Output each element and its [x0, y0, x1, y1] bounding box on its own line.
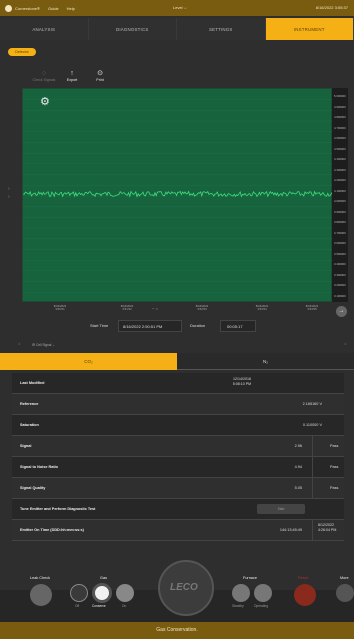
tab-n2[interactable]: N₂ [177, 353, 354, 370]
x-tick-label: 8/16/2022 3:50:51 [53, 304, 67, 312]
table-row: Signal 2.96 Pass [12, 436, 344, 457]
gas-subtabs: CO₂ N₂ [0, 353, 354, 370]
main-tabs: ANALYSIS DIAGNOSTICS SETTINGS INSTRUMENT [0, 18, 354, 40]
x-zoom-controls[interactable]: − ○ [152, 306, 158, 311]
status-badge: Pass [330, 444, 339, 448]
toolbar: ○ Check Signals ↑ Export ⊙ Print [30, 70, 114, 82]
y-tick-label: 4.900000 [334, 104, 346, 109]
export-arrow-icon: ↑ [70, 70, 74, 77]
bottom-control-bar: Leak Check Gas Off Conserve On LECO Furn… [0, 560, 354, 622]
table-row: Last Modified 12/14/2016 5:08:10 PM [12, 373, 344, 394]
tab-co2[interactable]: CO₂ [0, 353, 177, 370]
tab-instrument[interactable]: INSTRUMENT [265, 18, 354, 40]
gas-on-button[interactable] [116, 584, 134, 602]
duration-label: Duration [190, 323, 206, 328]
table-row: Signal Quality 5.05 Pass [12, 478, 344, 499]
leak-check-label: Leak Check [30, 576, 51, 580]
y-tick-label: 4.700000 [334, 125, 346, 130]
table-row: Emitter On Time (DDD:hh:mm:ss:s) 144:13:… [12, 520, 344, 541]
leco-logo-text: LECO [170, 582, 198, 593]
y-axis: 5.000000 4.900000 4.800000 4.700000 4.600000… [332, 88, 348, 302]
gas-conserve-button[interactable] [92, 583, 112, 603]
reset-button[interactable] [294, 584, 316, 606]
table-row: Tune Emitter and Perform Diagnostic Test… [12, 499, 344, 520]
signal-dropdown[interactable]: IR Cell Signal ⌄ [32, 343, 55, 347]
table-row: Signal to Noise Ratio 4.94 Pass [12, 457, 344, 478]
status-badge: Pass [330, 465, 339, 469]
expand-right-icon[interactable]: ⇕ [344, 342, 347, 346]
y-tick-label: 3.800000 [334, 220, 346, 224]
x-axis: 8/16/2022 3:50:51 8/16/2022 3:51:52 8/16/202… [22, 303, 332, 317]
export-button[interactable]: ↑ Export [58, 70, 86, 82]
detector-pill[interactable]: Detector [8, 48, 36, 56]
status-badge: Pass [330, 486, 339, 490]
y-tick-label: 4.000000 [334, 199, 346, 203]
check-signals-button[interactable]: ○ Check Signals [30, 70, 58, 82]
y-tick-label: 4.800000 [334, 115, 346, 119]
y-tick-label: 3.900000 [334, 209, 346, 214]
signal-select-row: ⇕ IR Cell Signal ⌄ ⇕ [0, 338, 354, 352]
menu-guide[interactable]: Guide [48, 6, 59, 11]
gas-label: Gas [100, 576, 107, 580]
table-row: Saturation 0.110000 V [12, 415, 344, 436]
tab-analysis[interactable]: ANALYSIS [0, 18, 89, 40]
arrow-right-icon[interactable]: → [336, 306, 347, 317]
tab-settings[interactable]: SETTINGS [177, 18, 266, 40]
furnace-operating-button[interactable] [254, 584, 272, 602]
app-logo-icon [5, 4, 12, 12]
time-row: Start Time 8/16/2022 2:50:51 PM Duration… [0, 320, 354, 332]
start-time-field: 8/16/2022 2:50:51 PM [118, 320, 182, 332]
y-tick-label: 3.700000 [334, 230, 346, 235]
diagnostics-table: Last Modified 12/14/2016 5:08:10 PM Refer… [12, 373, 344, 541]
check-icon: ○ [41, 70, 47, 77]
app-name: Cornerstone® [15, 5, 40, 11]
y-tick-label: 3.300000 [334, 272, 346, 277]
y-tick-label: 4.300000 [334, 167, 346, 172]
start-time-label: Start Time [90, 323, 109, 328]
x-tick-label: 8/16/2022 3:51:52 [120, 304, 134, 312]
more-label: More [340, 576, 349, 580]
y-tick-label: 4.100000 [334, 188, 346, 193]
signal-plot[interactable] [22, 88, 333, 302]
y-tick-label: 3.400000 [334, 262, 346, 266]
plot-svg [23, 99, 333, 293]
datetime-readout: 8/16/2022 3:55:37 [315, 5, 348, 10]
furnace-label: Furnace [243, 576, 257, 580]
y-tick-label: 3.100000 [334, 293, 346, 298]
x-tick-label: 8/16/2022 3:53:54 [255, 304, 269, 312]
tab-diagnostics[interactable]: DIAGNOSTICS [89, 18, 177, 40]
x-tick-label: 8/16/2022 3:54:55 [305, 304, 319, 312]
chevron-down-icon: ⌵ [183, 5, 187, 10]
leak-check-button[interactable] [30, 584, 52, 606]
furnace-standby-button[interactable] [232, 584, 250, 602]
more-button[interactable] [336, 584, 354, 602]
y-tick-label: 4.400000 [334, 157, 346, 161]
level-dropdown[interactable]: Level ⌵ [173, 5, 187, 10]
y-tick-label: 4.600000 [334, 136, 346, 140]
y-tick-label: 5.000000 [334, 94, 346, 98]
print-button[interactable]: ⊙ Print [86, 70, 114, 82]
title-bar: Cornerstone® Guide Help Level ⌵ 8/16/202… [0, 0, 354, 16]
x-tick-label: 8/16/2022 3:52:53 [195, 304, 209, 312]
plot-side-controls[interactable]: › › [8, 185, 10, 201]
gear-icon[interactable]: ⚙ [40, 95, 50, 108]
menu-help[interactable]: Help [67, 6, 75, 11]
chevron-down-icon: ⌄ [52, 343, 55, 347]
y-tick-label: 3.200000 [334, 283, 346, 287]
duration-field: 00:05:17 [220, 320, 256, 332]
print-icon: ⊙ [97, 70, 103, 77]
reset-label: Reset [298, 576, 308, 580]
start-tune-button[interactable]: Start [257, 504, 305, 514]
status-bar: Gas Conservation. [0, 622, 354, 639]
y-tick-label: 3.500000 [334, 251, 346, 256]
y-tick-label: 4.200000 [334, 178, 346, 182]
y-tick-label: 3.600000 [334, 241, 346, 245]
expand-icon[interactable]: ⇕ [18, 342, 21, 346]
y-tick-label: 4.500000 [334, 146, 346, 151]
table-row: Reference 2.165160 V [12, 394, 344, 415]
gas-off-button[interactable] [70, 584, 88, 602]
